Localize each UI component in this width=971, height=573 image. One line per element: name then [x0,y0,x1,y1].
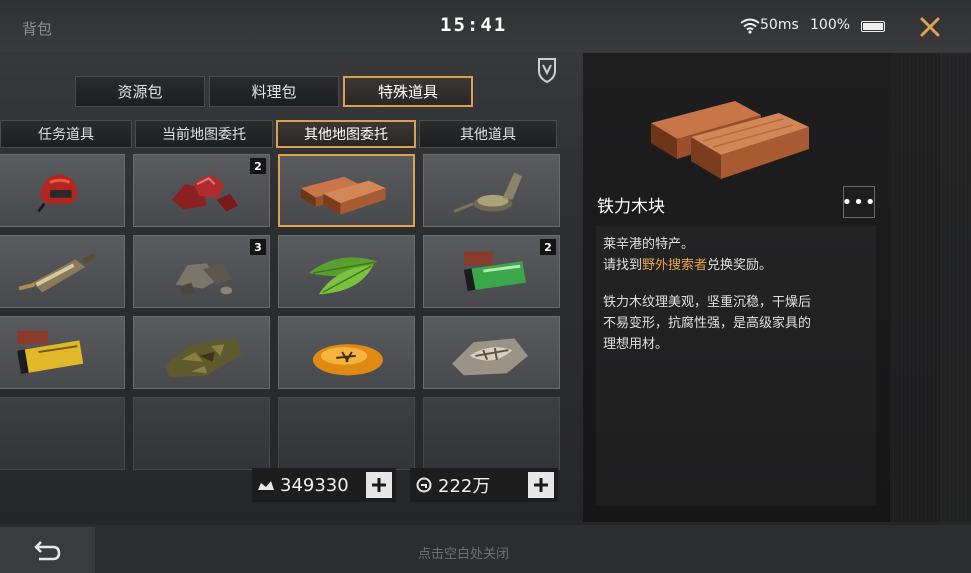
npc-name-highlight: 野外搜索者 [642,258,708,273]
item-count-badge: 3 [250,239,266,255]
red-ore-icon [171,174,238,212]
wifi-icon [740,18,760,34]
message-bottle-icon [18,253,97,293]
close-hint: 点击空白处关闭 [418,547,510,562]
category-tabs: 资源包 料理包 特殊道具 [75,76,473,107]
item-slot[interactable] [278,316,415,389]
item-slot[interactable] [0,235,125,308]
item-count-badge: 2 [250,158,266,174]
item-slot[interactable]: 2 [133,154,270,227]
more-options-button[interactable]: ••• [842,186,875,218]
stones-icon [175,263,233,295]
item-exchange-text: 请找到野外搜索者兑换奖励。 [603,255,875,276]
item-slot[interactable] [0,154,125,227]
yellow-battery-icon [17,330,84,375]
empty-slot [278,397,415,470]
backpack-screen: 背包 15:41 50ms 100% 资源包 料理包 特殊道具 任务道具 当前地… [0,0,971,573]
compass-icon [453,172,523,213]
tab-other-map-commission[interactable]: 其他地图委托 [276,120,416,148]
item-grid: 2 3 2 [0,154,560,470]
red-helmet-icon [37,174,78,213]
amber-icon [312,344,383,376]
item-slot-selected[interactable] [278,154,415,227]
item-count-badge: 2 [540,239,556,255]
crown-currency-icon [252,479,280,491]
ironwood-block-large-icon [651,101,809,179]
item-slot[interactable] [278,235,415,308]
primary-currency: 349330 [252,468,396,502]
ping-value: 50ms [760,17,799,33]
sub-tabs: 任务道具 当前地图委托 其他地图委托 其他道具 [0,120,557,148]
item-description-line: 不易变形，抗腐性强，是高级家具的 [603,316,812,331]
empty-slot [133,397,270,470]
item-origin-text: 莱辛港的特产。 [603,237,695,252]
secondary-currency-value: 222万 [438,476,491,497]
tab-other-items[interactable]: 其他道具 [419,120,557,148]
status-bar: 背包 15:41 50ms 100% [0,0,971,52]
item-slot[interactable] [133,316,270,389]
exchange-text-pre: 请找到 [603,258,643,273]
green-battery-icon [463,251,527,292]
empty-slot [423,397,560,470]
item-slot[interactable] [423,316,560,389]
green-leaf-icon [309,257,378,295]
empty-slot [0,397,125,470]
clock: 15:41 [440,14,508,36]
ironwood-block-icon [300,176,386,215]
tab-food-pack[interactable]: 料理包 [209,76,339,107]
tab-special-items[interactable]: 特殊道具 [343,76,473,107]
screen-title: 背包 [22,20,53,38]
exchange-text-post: 兑换奖励。 [707,258,773,273]
item-slot[interactable]: 2 [423,235,560,308]
camo-cloth-icon [164,338,242,378]
add-secondary-currency-button[interactable] [528,472,554,498]
shield-icon[interactable] [537,57,557,83]
item-slot[interactable] [0,316,125,389]
fossil-rock-icon [452,338,528,376]
add-primary-currency-button[interactable] [366,472,392,498]
item-slot[interactable]: 3 [133,235,270,308]
item-description-line: 铁力木纹理美观，坚重沉稳，干燥后 [603,295,812,310]
tab-current-map-commission[interactable]: 当前地图委托 [135,120,273,148]
battery-icon [861,21,885,32]
secondary-currency: 222万 [410,468,558,502]
coin-currency-icon [410,477,438,493]
item-name: 铁力木块 [597,197,665,217]
tab-resource-pack[interactable]: 资源包 [75,76,205,107]
back-button[interactable] [0,527,95,573]
close-button[interactable] [915,12,945,42]
panel-decoration [890,53,971,522]
item-description-line: 理想用材。 [603,337,669,352]
primary-currency-value: 349330 [280,474,349,496]
back-arrow-icon [33,541,60,561]
tab-quest-items[interactable]: 任务道具 [0,120,132,148]
battery-percent: 100% [810,17,851,33]
item-slot[interactable] [423,154,560,227]
